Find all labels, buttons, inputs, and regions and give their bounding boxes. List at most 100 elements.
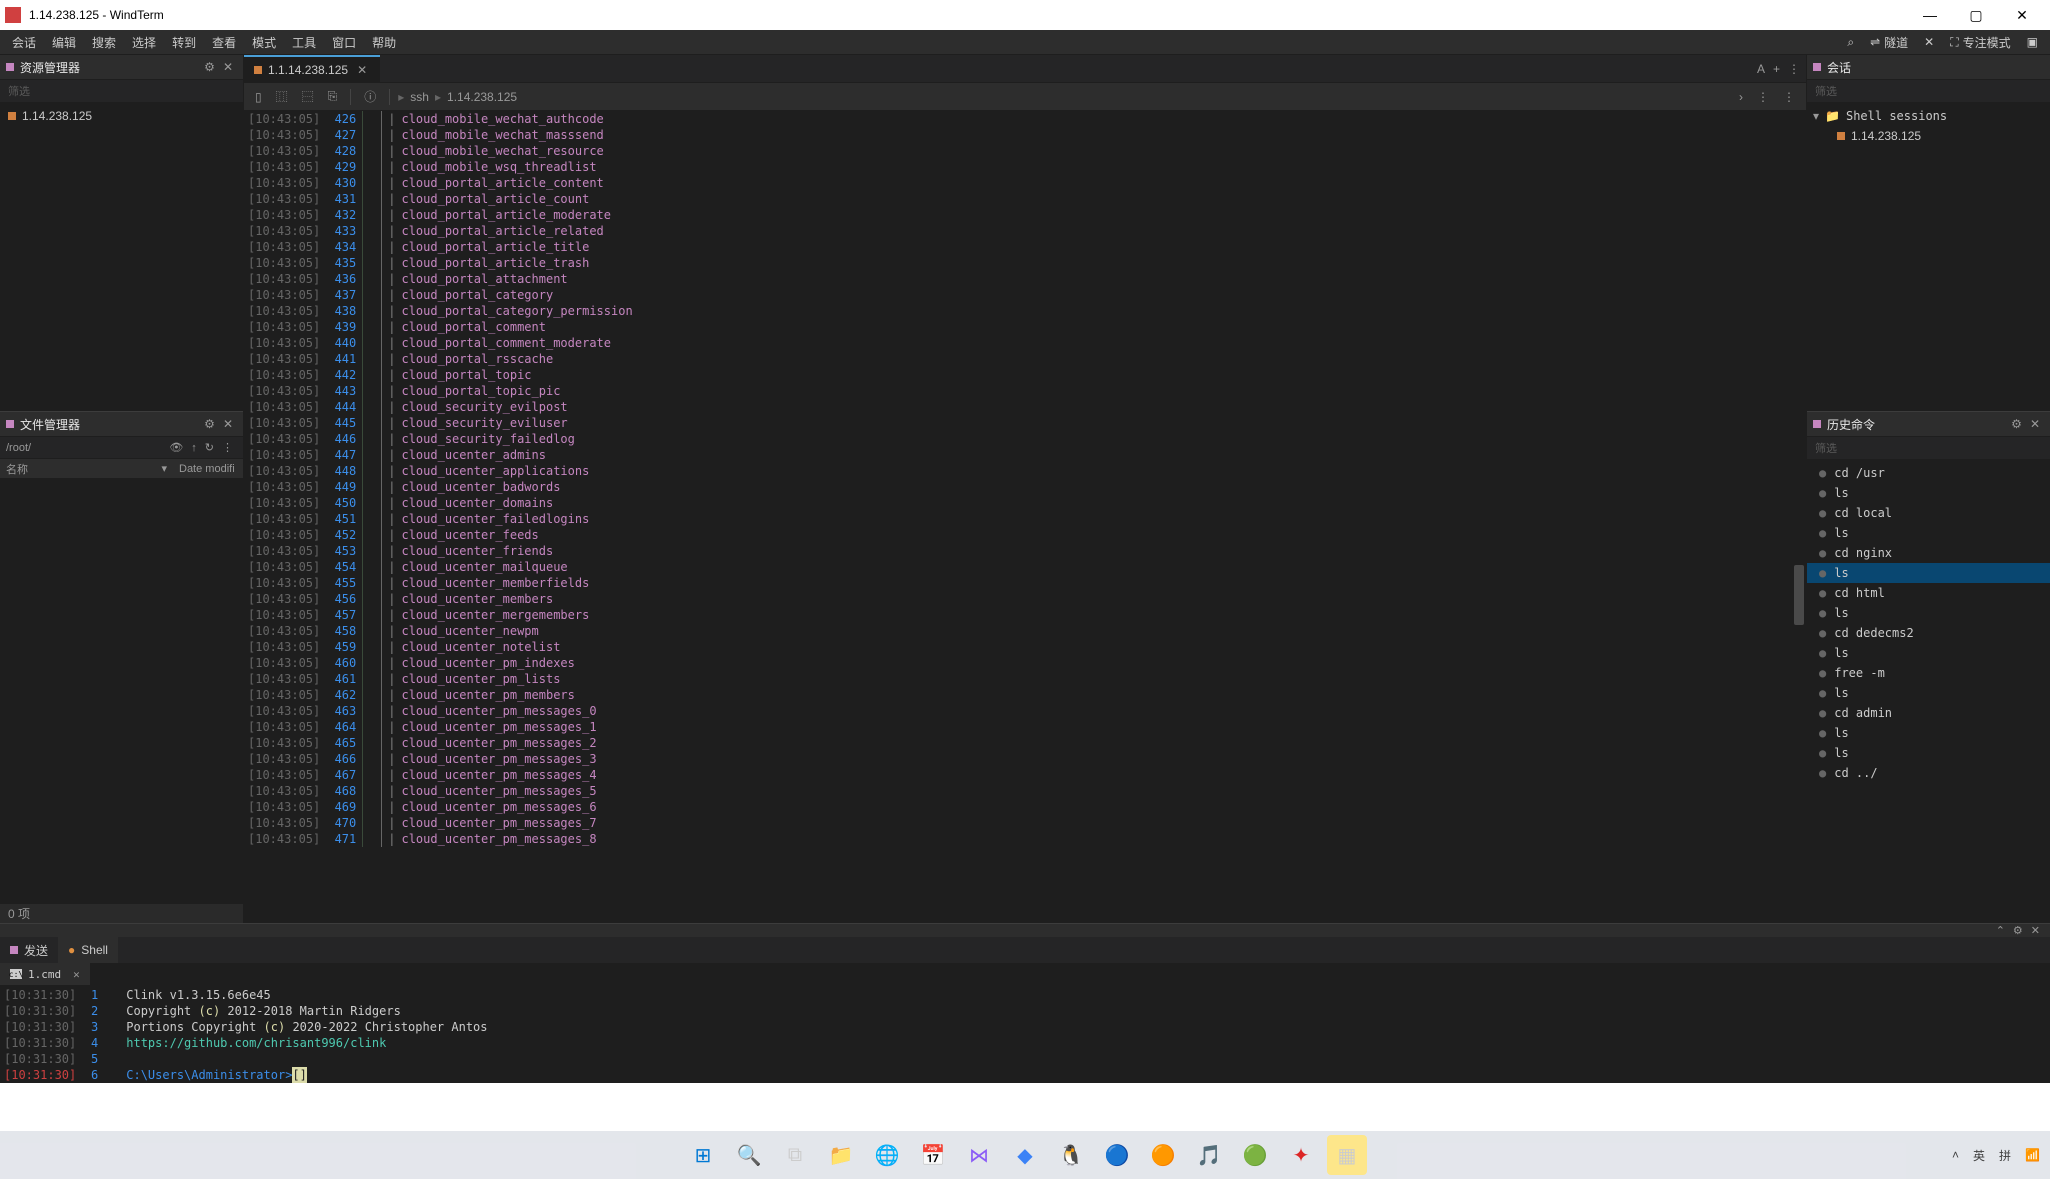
menu-goto[interactable]: 转到 (164, 31, 204, 54)
eye-icon[interactable]: 👁 (165, 441, 187, 454)
tab-session[interactable]: 1.1.14.238.125 ✕ (244, 55, 380, 83)
layout-icon[interactable]: ▣ (2019, 32, 2046, 52)
column-date[interactable]: Date modifi (173, 463, 243, 475)
tray-chevron-icon[interactable]: ˄ (1952, 1148, 1959, 1162)
history-item[interactable]: ●cd admin (1807, 703, 2050, 723)
wifi-icon[interactable]: 📶 (2025, 1148, 2040, 1162)
ime-indicator-1[interactable]: 英 (1973, 1147, 1985, 1164)
app-icon[interactable]: ◆ (1005, 1135, 1045, 1175)
sessions-filter[interactable]: 筛选 (1807, 80, 2050, 102)
app-icon-4[interactable]: 🟢 (1235, 1135, 1275, 1175)
history-item[interactable]: ●ls (1807, 603, 2050, 623)
gear-icon[interactable]: ⚙ (200, 60, 219, 74)
history-item[interactable]: ●cd /usr (1807, 463, 2050, 483)
info-icon[interactable]: ⓘ (359, 85, 381, 108)
history-item[interactable]: ●cd local (1807, 503, 2050, 523)
start-icon[interactable]: ⊞ (683, 1135, 723, 1175)
explorer-icon[interactable]: 📁 (821, 1135, 861, 1175)
gear-icon[interactable]: ⚙ (2007, 417, 2026, 431)
tab-send[interactable]: 发送 (0, 937, 58, 963)
calendar-icon[interactable]: 📅 (913, 1135, 953, 1175)
system-tray[interactable]: ˄ 英 拼 📶 (1952, 1147, 2040, 1164)
history-body[interactable]: ●cd /usr●ls●cd local●ls●cd nginx●ls●cd h… (1807, 459, 2050, 923)
history-item[interactable]: ●free -m (1807, 663, 2050, 683)
vs-icon[interactable]: ⋈ (959, 1135, 999, 1175)
menu-tools[interactable]: 工具 (284, 31, 324, 54)
history-item[interactable]: ●ls (1807, 523, 2050, 543)
column-name[interactable]: 名称▾ (0, 461, 173, 477)
more-icon-2[interactable]: ⋮ (1778, 87, 1800, 107)
explorer-item[interactable]: 1.14.238.125 (0, 106, 243, 126)
history-item[interactable]: ●ls (1807, 483, 2050, 503)
menu-session[interactable]: 会话 (4, 31, 44, 54)
menu-select[interactable]: 选择 (124, 31, 164, 54)
menu-help[interactable]: 帮助 (364, 31, 404, 54)
file-path[interactable]: /root/ (6, 442, 165, 454)
session-item[interactable]: 1.14.238.125 (1807, 126, 2050, 146)
gear-icon[interactable]: ⚙ (2009, 924, 2027, 937)
tab-shell[interactable]: ● Shell (58, 937, 118, 963)
tab-menu-icon[interactable]: ⋮ (1788, 62, 1800, 76)
qq-icon[interactable]: 🐧 (1051, 1135, 1091, 1175)
tab-close-icon[interactable]: ✕ (354, 63, 370, 77)
split-h-icon[interactable]: ⿲ (271, 85, 293, 108)
refresh-icon[interactable]: ↻ (201, 441, 218, 454)
tab-right-a[interactable]: A (1757, 62, 1765, 76)
up-icon[interactable]: ↑ (187, 442, 201, 454)
history-item[interactable]: ●ls (1807, 683, 2050, 703)
tab-add-icon[interactable]: + (1773, 62, 1780, 76)
taskview-icon[interactable]: ⧉ (775, 1135, 815, 1175)
edge-icon[interactable]: 🌐 (867, 1135, 907, 1175)
windterm-icon[interactable]: ▦ (1327, 1135, 1367, 1175)
tunnel-button[interactable]: ⇌ 隧道 (1862, 31, 1916, 54)
menu-mode[interactable]: 模式 (244, 31, 284, 54)
breadcrumb-ssh[interactable]: ssh (410, 90, 429, 104)
music-icon[interactable]: 🎵 (1189, 1135, 1229, 1175)
layout-icon[interactable]: ▯ (250, 87, 267, 107)
app-icon-5[interactable]: ✦ (1281, 1135, 1321, 1175)
history-item[interactable]: ●ls (1807, 563, 2050, 583)
close-panel-icon[interactable]: ✕ (2027, 924, 2044, 937)
history-item[interactable]: ●ls (1807, 643, 2050, 663)
gear-icon[interactable]: ⚙ (200, 417, 219, 431)
close-button[interactable]: ✕ (1999, 0, 2045, 30)
menu-view[interactable]: 查看 (204, 31, 244, 54)
explorer-body[interactable]: 1.14.238.125 (0, 102, 243, 411)
maximize-button[interactable]: ▢ (1953, 0, 1999, 30)
search-icon[interactable]: ⌕ (1839, 32, 1862, 53)
sub-tab-close-icon[interactable]: ✕ (67, 968, 80, 981)
scrollbar-thumb[interactable] (1794, 565, 1804, 625)
collapse-icon[interactable]: ⌃ (1992, 924, 2009, 937)
history-item[interactable]: ●ls (1807, 723, 2050, 743)
focus-mode-button[interactable]: ⛶ 专注模式 (1942, 31, 2018, 54)
history-item[interactable]: ●cd nginx (1807, 543, 2050, 563)
terminal-output[interactable]: [10:43:05]426|cloud_mobile_wechat_authco… (244, 111, 1806, 923)
explorer-filter[interactable]: 筛选 (0, 80, 243, 102)
sub-tab-cmd[interactable]: c:\ 1.cmd ✕ (0, 963, 90, 985)
menu-search[interactable]: 搜索 (84, 31, 124, 54)
split-v-icon[interactable]: ⿱ (297, 85, 319, 108)
copy-icon[interactable]: ⎘ (323, 86, 343, 107)
close-panel-icon[interactable]: ✕ (219, 60, 237, 74)
close-panel-icon[interactable]: ✕ (2026, 417, 2044, 431)
history-filter[interactable]: 筛选 (1807, 437, 2050, 459)
minimize-button[interactable]: — (1907, 0, 1953, 30)
sessions-folder[interactable]: ▾ 📁 Shell sessions (1807, 106, 2050, 126)
history-item[interactable]: ●cd ../ (1807, 763, 2050, 783)
history-item[interactable]: ●cd html (1807, 583, 2050, 603)
menu-edit[interactable]: 编辑 (44, 31, 84, 54)
breadcrumb-host[interactable]: 1.14.238.125 (447, 90, 517, 104)
file-list-body[interactable] (0, 479, 243, 903)
chevron-icon[interactable]: › (1734, 87, 1748, 107)
search-icon[interactable]: 🔍 (729, 1135, 769, 1175)
more-icon[interactable]: ⋮ (1752, 87, 1774, 107)
more-icon[interactable]: ⋮ (218, 441, 237, 454)
history-item[interactable]: ●ls (1807, 743, 2050, 763)
history-item[interactable]: ●cd dedecms2 (1807, 623, 2050, 643)
sessions-body[interactable]: ▾ 📁 Shell sessions 1.14.238.125 (1807, 102, 2050, 411)
x-icon[interactable]: ✕ (1916, 32, 1942, 52)
bottom-terminal-output[interactable]: [10:31:30]1Clink v1.3.15.6e6e45[10:31:30… (0, 985, 2050, 1085)
menu-window[interactable]: 窗口 (324, 31, 364, 54)
app-icon-3[interactable]: 🟠 (1143, 1135, 1183, 1175)
app-icon-2[interactable]: 🔵 (1097, 1135, 1137, 1175)
